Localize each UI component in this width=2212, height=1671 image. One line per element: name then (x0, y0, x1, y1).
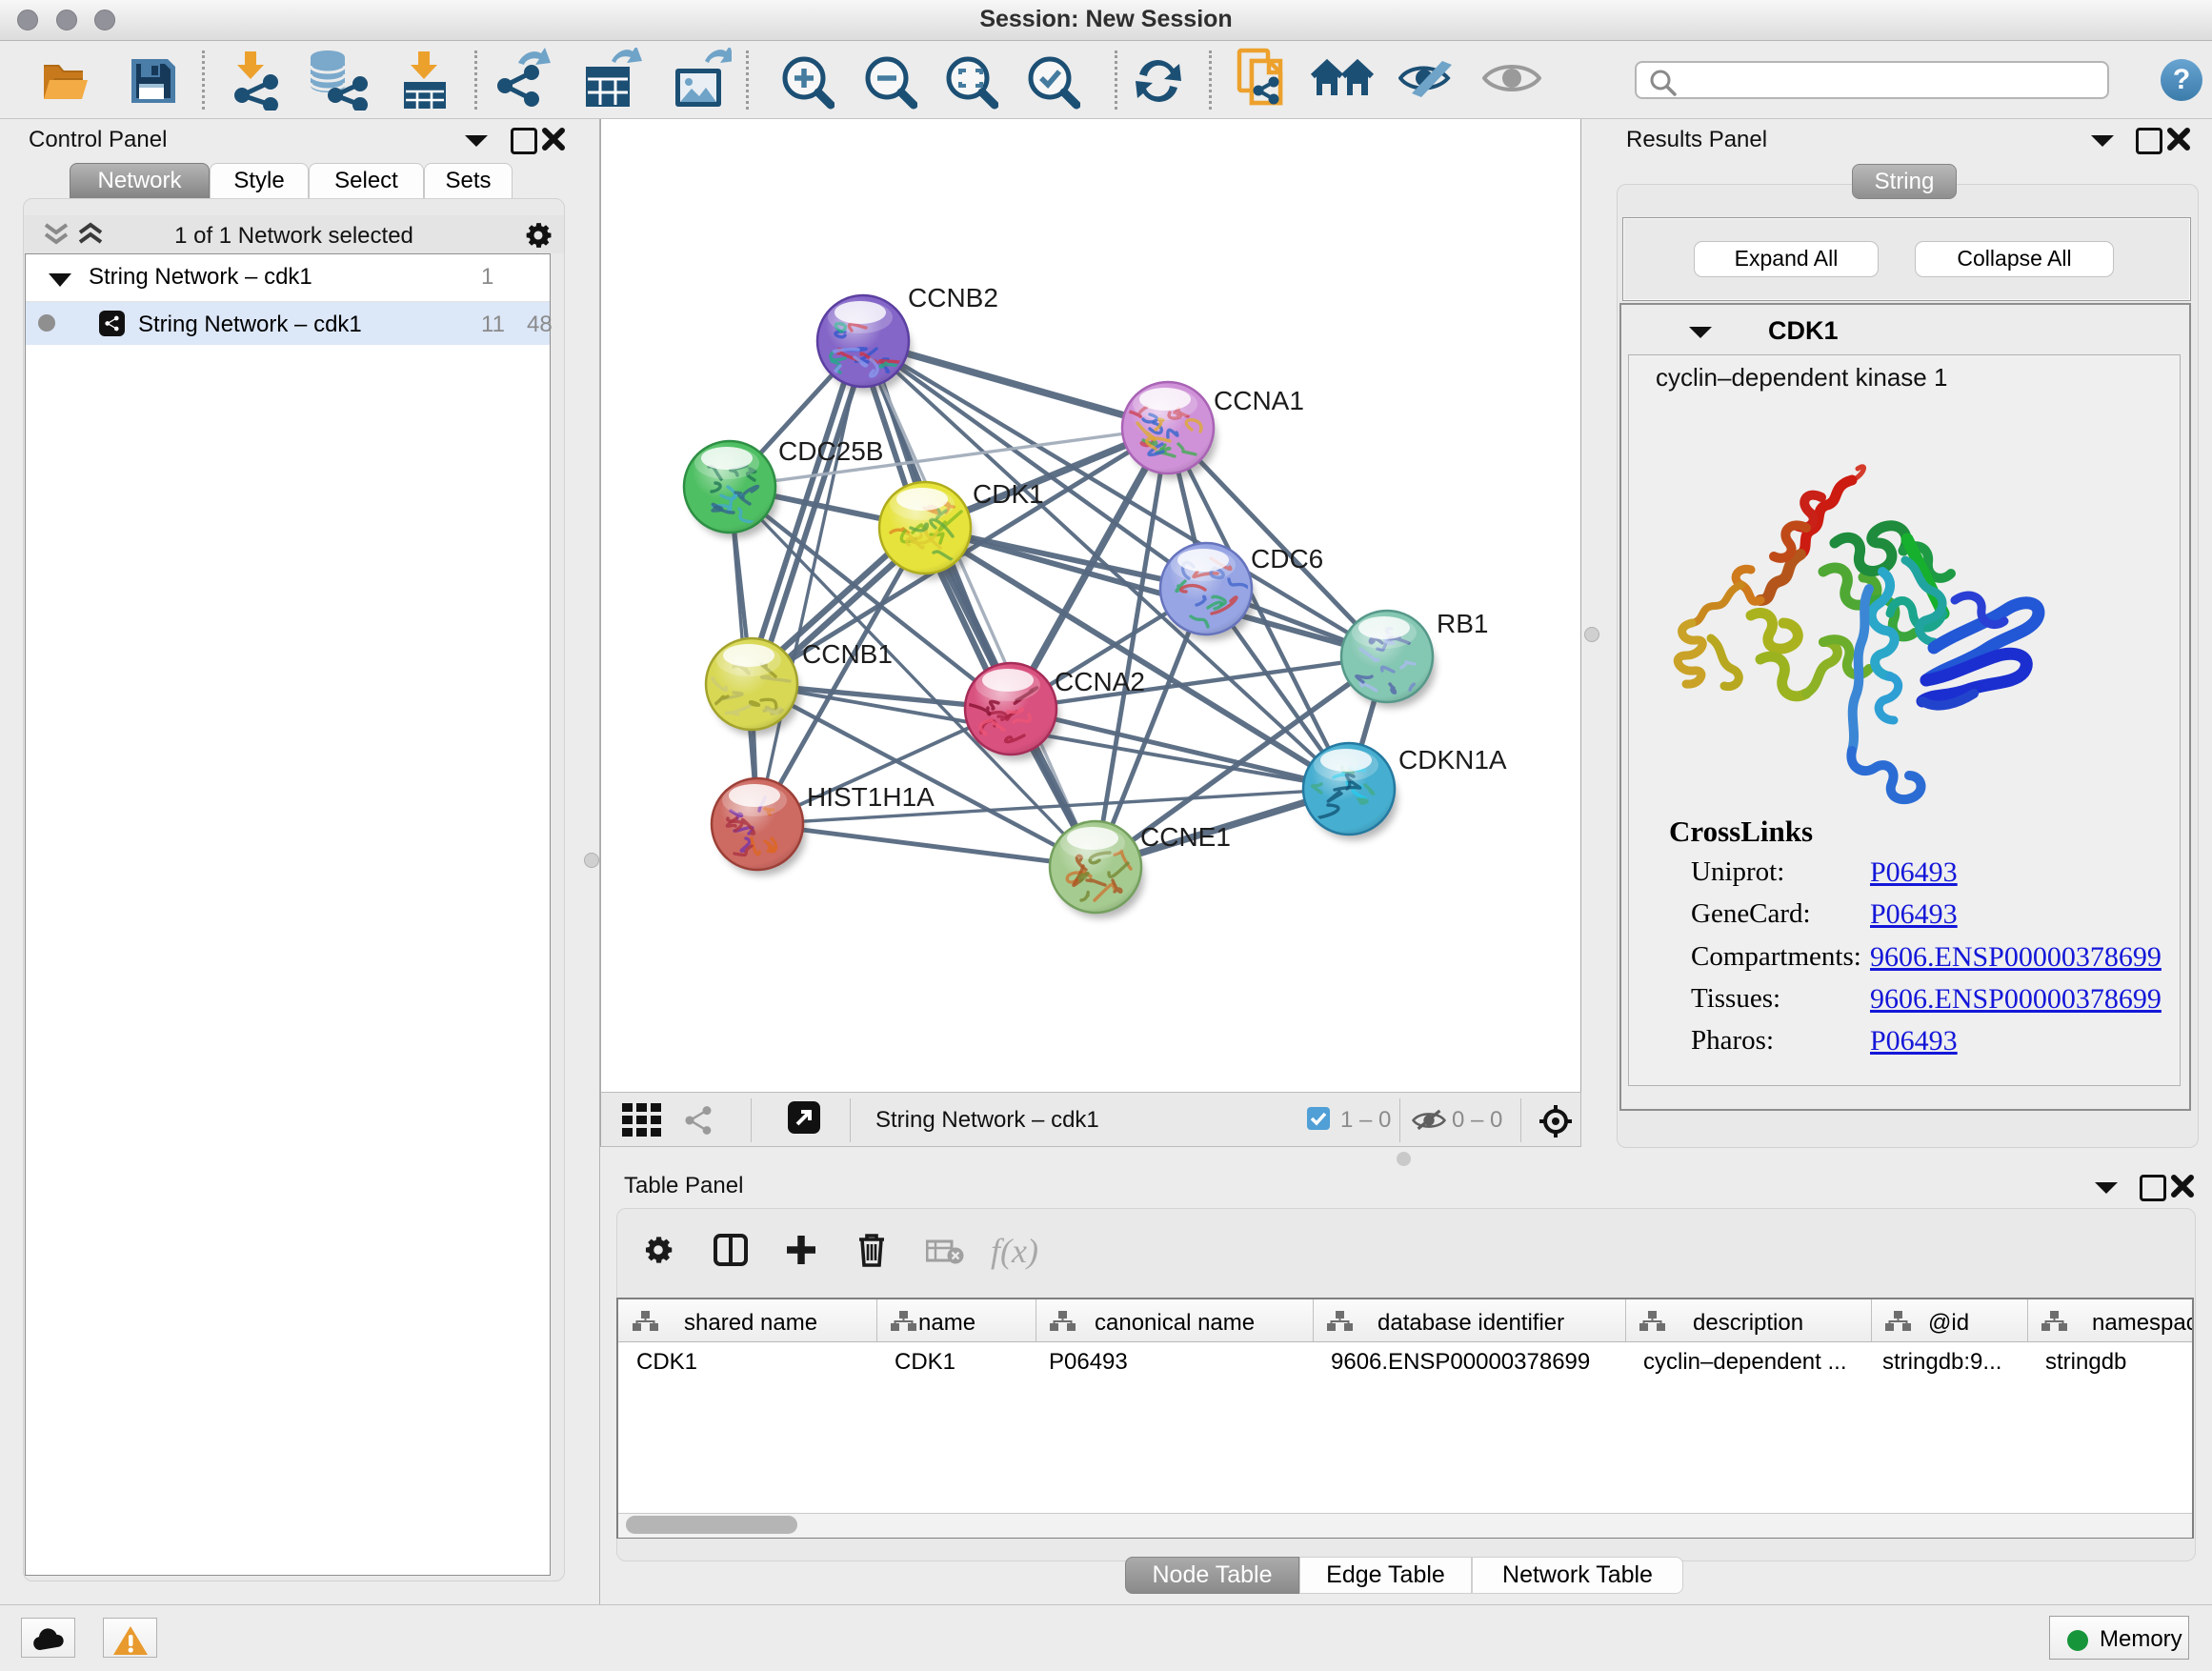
svg-text:RB1: RB1 (1437, 609, 1488, 638)
svg-text:CCNB2: CCNB2 (908, 283, 998, 312)
svg-text:CCNA1: CCNA1 (1214, 386, 1304, 415)
svg-text:CDC25B: CDC25B (778, 436, 883, 466)
svg-text:HIST1H1A: HIST1H1A (807, 782, 935, 812)
svg-text:CDKN1A: CDKN1A (1398, 745, 1507, 775)
svg-text:CDC6: CDC6 (1251, 544, 1323, 574)
svg-text:CCNA2: CCNA2 (1055, 667, 1145, 696)
svg-text:CCNB1: CCNB1 (802, 639, 893, 669)
svg-text:CDK1: CDK1 (973, 479, 1044, 509)
svg-text:CCNE1: CCNE1 (1140, 822, 1231, 852)
